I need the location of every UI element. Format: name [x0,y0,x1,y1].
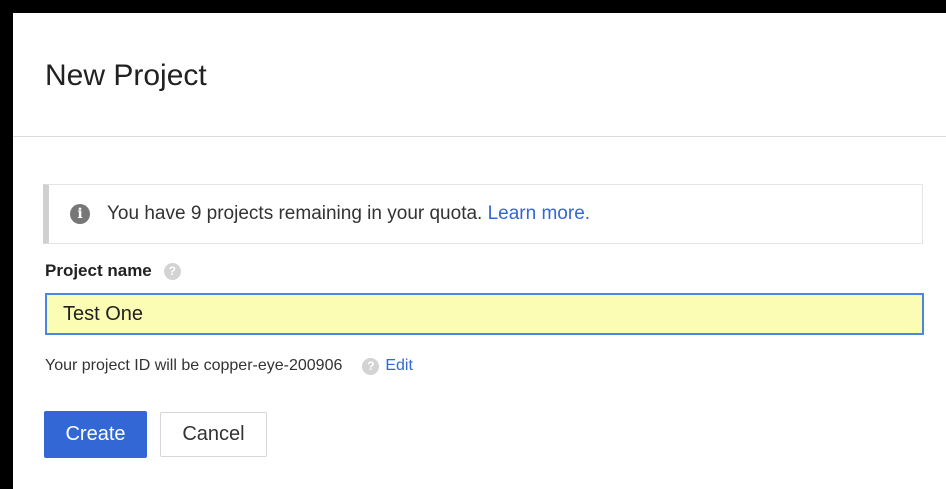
dialog-header: New Project [13,13,946,137]
cancel-button[interactable]: Cancel [160,412,267,457]
help-icon[interactable]: ? [362,357,380,375]
create-button[interactable]: Create [44,411,147,458]
info-icon: i [70,204,90,224]
edit-project-id-link[interactable]: Edit [385,357,413,375]
project-id-text: Your project ID will be copper-eye-20090… [45,357,343,374]
learn-more-link[interactable]: Learn more. [488,203,590,224]
project-id-row: Your project ID will be copper-eye-20090… [45,354,413,378]
help-icon[interactable]: ? [163,262,181,280]
new-project-dialog: New Project i You have 9 projects remain… [13,13,946,489]
quota-info-text: You have 9 projects remaining in your qu… [107,203,590,225]
quota-message: You have 9 projects remaining in your qu… [107,203,488,224]
project-name-label: Project name [45,261,152,280]
quota-info-banner: i You have 9 projects remaining in your … [43,184,923,244]
project-name-input[interactable] [45,293,924,335]
project-name-label-row: Project name ? [45,260,181,282]
dialog-title: New Project [45,59,207,92]
